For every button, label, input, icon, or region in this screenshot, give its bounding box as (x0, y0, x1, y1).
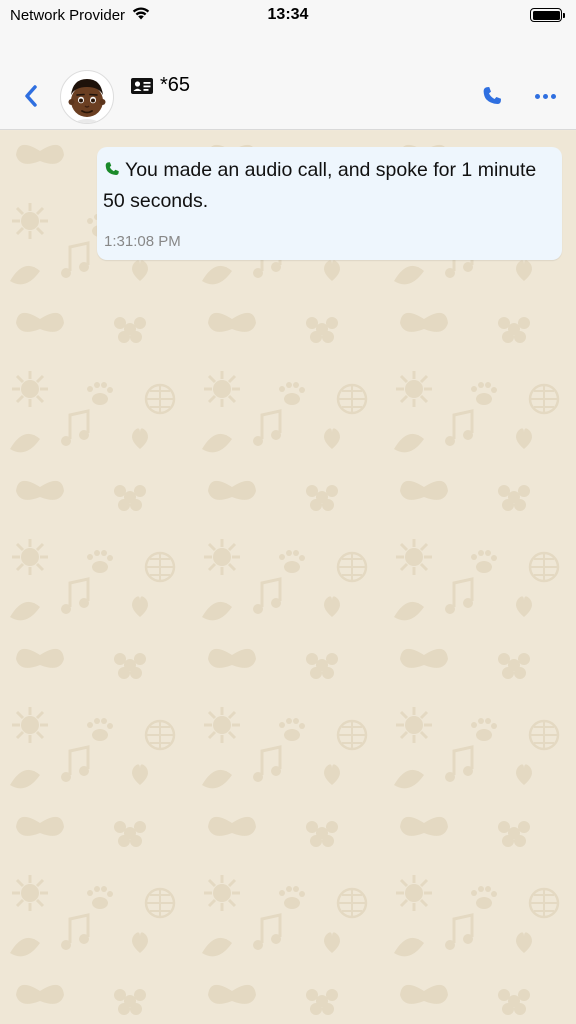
battery-icon (530, 8, 565, 22)
wifi-icon (131, 5, 151, 25)
contact-title[interactable]: *65 (130, 74, 190, 97)
chat-wallpaper (0, 131, 576, 1024)
message-bubble[interactable]: You made an audio call, and spoke for 1 … (97, 147, 562, 260)
more-options-button[interactable] (533, 86, 557, 106)
carrier-label: Network Provider (10, 6, 126, 24)
back-button[interactable] (18, 82, 44, 110)
audio-call-button[interactable] (480, 84, 506, 110)
message-text: You made an audio call, and spoke for 1 … (103, 159, 537, 212)
avatar-face-icon (68, 79, 106, 123)
status-bar: Network Provider 13:34 (0, 0, 576, 30)
message-text-wrapper: You made an audio call, and spoke for 1 … (103, 155, 550, 217)
phone-icon (105, 162, 119, 175)
chat-header: *65 (0, 30, 576, 130)
avatar[interactable] (60, 70, 114, 124)
chat-area[interactable]: You made an audio call, and spoke for 1 … (0, 131, 576, 1024)
chevron-left-icon (25, 85, 37, 107)
contact-card-icon (131, 77, 153, 94)
contact-name: *65 (160, 74, 191, 96)
ellipsis-icon (534, 93, 540, 99)
status-left: Network Provider (10, 5, 151, 25)
phone-icon (483, 87, 501, 104)
message-timestamp: 1:31:08 PM (104, 233, 181, 250)
